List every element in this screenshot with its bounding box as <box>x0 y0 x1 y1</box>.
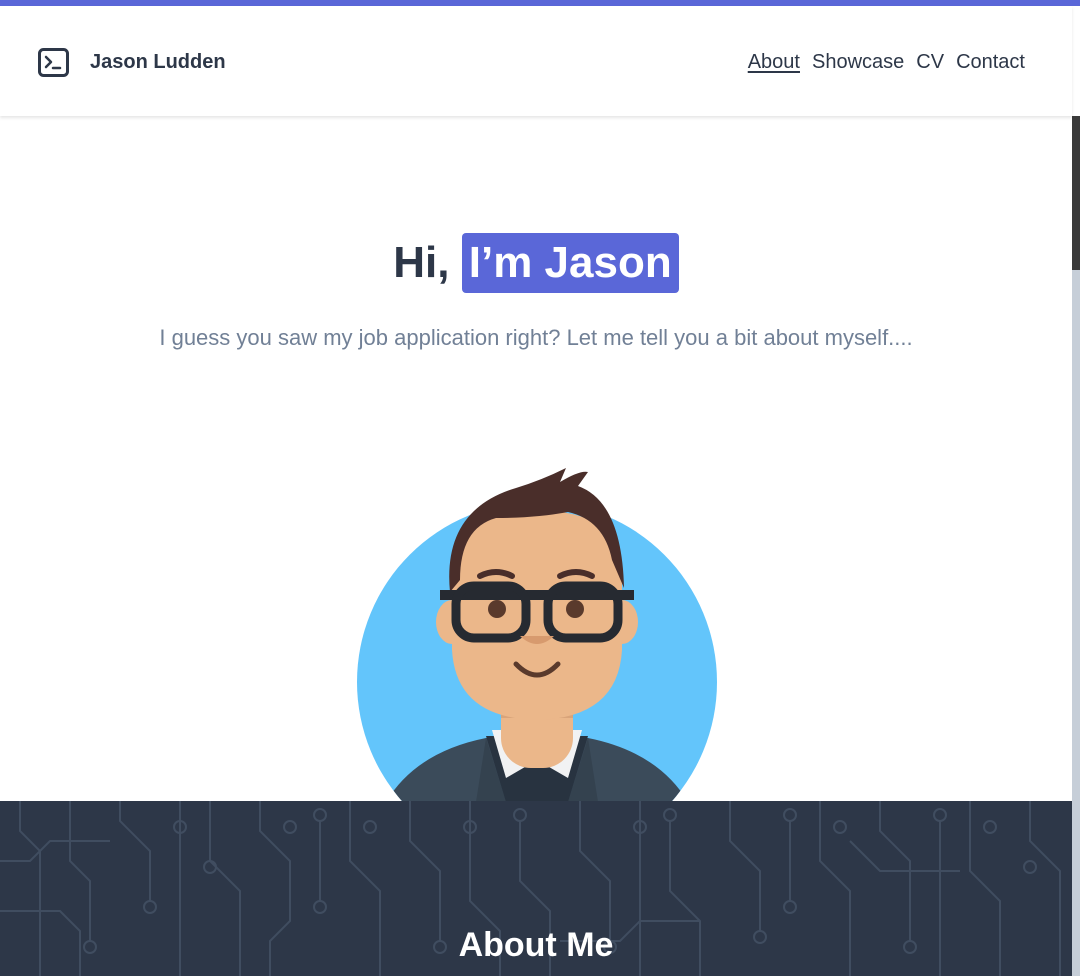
terminal-icon <box>38 48 69 77</box>
brand[interactable]: Jason Ludden <box>38 48 226 77</box>
scrollbar-thumb[interactable] <box>1072 116 1080 270</box>
nav-cv[interactable]: CV <box>916 51 944 74</box>
main-nav: About Showcase CV Contact <box>748 51 1025 74</box>
hero-greeting: Hi, <box>393 238 450 287</box>
about-title: About Me <box>458 926 614 964</box>
hero-title: Hi, I’m Jason <box>0 230 1072 296</box>
hero-highlight: I’m Jason <box>461 233 679 293</box>
nav-showcase[interactable]: Showcase <box>812 51 904 74</box>
hero-subtitle: I guess you saw my job application right… <box>159 325 913 350</box>
site-header: Jason Ludden About Showcase CV Contact <box>0 6 1072 116</box>
brand-name: Jason Ludden <box>90 51 226 73</box>
nav-contact[interactable]: Contact <box>956 51 1025 74</box>
avatar-illustration <box>357 468 717 802</box>
nav-about[interactable]: About <box>748 51 800 74</box>
